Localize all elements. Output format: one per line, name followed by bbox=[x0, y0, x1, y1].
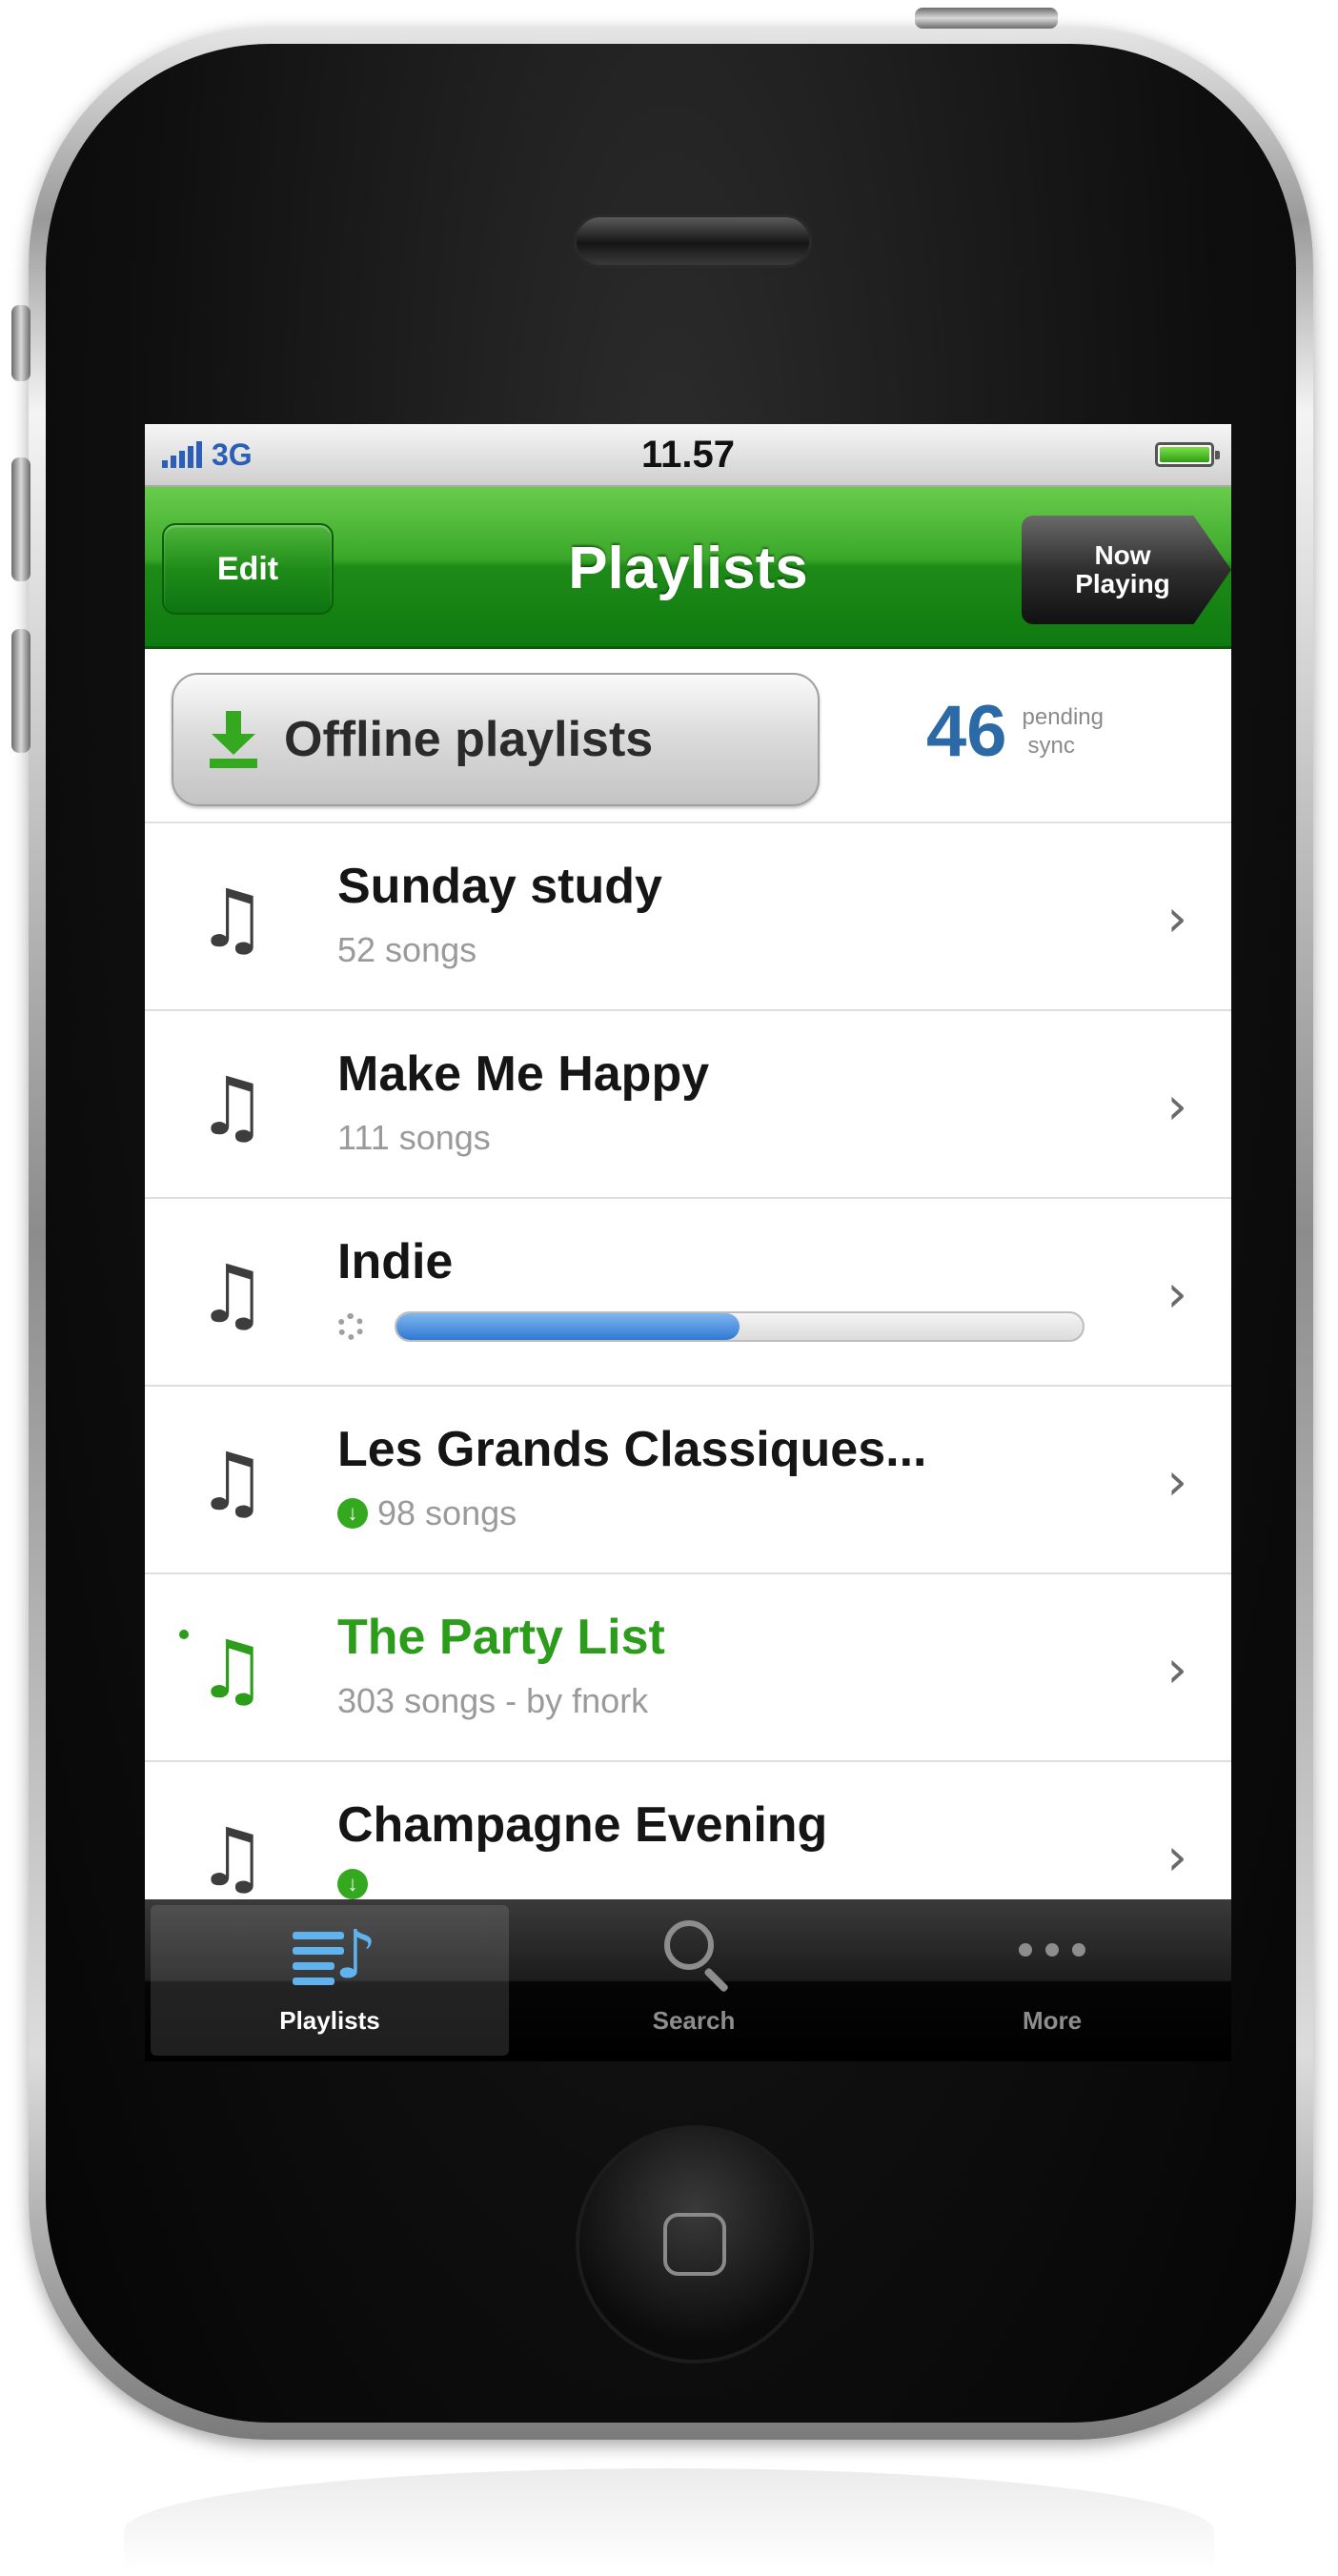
tab-label: Search bbox=[652, 2006, 736, 2035]
music-note-icon: ♫ bbox=[196, 1811, 269, 1904]
search-icon bbox=[651, 1917, 737, 1994]
playlist-name: Les Grands Classiques... bbox=[337, 1422, 927, 1477]
playlist-row[interactable]: ♫ Indie › bbox=[145, 1199, 1231, 1387]
status-time: 11.57 bbox=[641, 433, 735, 476]
playlist-song-count: 52 songs bbox=[337, 930, 477, 969]
download-icon bbox=[208, 711, 259, 768]
offline-section: Offline playlists 46 pending sync bbox=[145, 652, 1231, 823]
tab-bar: ♪ Playlists Search More bbox=[145, 1899, 1231, 2061]
playlist-row[interactable]: ♫ Les Grands Classiques... ↓ 98 songs › bbox=[145, 1387, 1231, 1574]
tab-more[interactable]: More bbox=[873, 1899, 1231, 2061]
mute-switch bbox=[11, 305, 30, 381]
home-button[interactable] bbox=[576, 2125, 814, 2363]
now-playing-button[interactable]: Now Playing bbox=[1022, 516, 1231, 624]
music-note-icon: ♫ bbox=[196, 1060, 269, 1153]
chevron-right-icon: › bbox=[1166, 888, 1187, 948]
music-note-icon: ♫ bbox=[196, 1247, 269, 1341]
playlist-name: Champagne Evening bbox=[337, 1797, 828, 1853]
volume-down-button bbox=[11, 629, 30, 753]
pending-sync-count: 46 bbox=[926, 691, 1007, 772]
home-square-icon bbox=[663, 2213, 726, 2276]
floor-reflection bbox=[124, 2468, 1214, 2573]
chevron-right-icon: › bbox=[1166, 1264, 1187, 1324]
offline-playlists-label: Offline playlists bbox=[284, 712, 654, 767]
playlist-name: Sunday study bbox=[337, 859, 662, 914]
pending-sync-label: pending sync bbox=[1022, 703, 1104, 759]
tab-playlists[interactable]: ♪ Playlists bbox=[151, 1905, 509, 2056]
playlist-row[interactable]: ♫ Make Me Happy 111 songs › bbox=[145, 1011, 1231, 1199]
pending-sync-indicator: 46 pending sync bbox=[926, 690, 1104, 773]
sleep-button bbox=[915, 8, 1058, 29]
more-dots-icon bbox=[1009, 1917, 1095, 1993]
now-playing-label-line2: Playing bbox=[1075, 569, 1170, 598]
music-note-icon: ♫ bbox=[196, 872, 269, 965]
playlist-song-count: 303 songs - by fnork bbox=[337, 1681, 649, 1720]
playlist-icon: ♪ bbox=[287, 1917, 377, 1993]
sync-progress-bar bbox=[395, 1311, 1085, 1342]
music-note-icon: ♫ bbox=[196, 1623, 269, 1716]
tab-label: More bbox=[1022, 2006, 1083, 2035]
now-playing-label-line1: Now bbox=[1094, 540, 1151, 570]
chevron-right-icon: › bbox=[1166, 1639, 1187, 1699]
playlist-song-count: 98 songs bbox=[377, 1493, 517, 1532]
phone-screen: 3G 11.57 Edit Playlists Now Playing Offl… bbox=[145, 424, 1231, 2061]
playlist-name: Make Me Happy bbox=[337, 1046, 710, 1102]
volume-up-button bbox=[11, 457, 30, 581]
sync-spinner-icon bbox=[337, 1313, 364, 1340]
playlist-song-count-row: ↓ 98 songs bbox=[337, 1493, 517, 1533]
playlist-song-count-row: ↓ bbox=[337, 1869, 377, 1899]
status-bar: 3G 11.57 bbox=[145, 424, 1231, 487]
playlist-row-selected[interactable]: ♫ The Party List 303 songs - by fnork › bbox=[145, 1574, 1231, 1762]
navigation-bar: Edit Playlists Now Playing bbox=[145, 487, 1231, 649]
offline-available-icon: ↓ bbox=[337, 1869, 368, 1899]
chevron-right-icon: › bbox=[1166, 1076, 1187, 1136]
now-playing-dot-icon bbox=[179, 1630, 189, 1639]
earpiece-speaker bbox=[574, 214, 812, 268]
offline-available-icon: ↓ bbox=[337, 1498, 368, 1529]
playlist-song-count: 111 songs bbox=[337, 1118, 491, 1157]
playlist-name: Indie bbox=[337, 1234, 454, 1289]
music-note-icon: ♫ bbox=[196, 1435, 269, 1529]
playlist-name: The Party List bbox=[337, 1610, 665, 1665]
playlist-list: ♫ Sunday study 52 songs › ♫ Make Me Happ… bbox=[145, 823, 1231, 1950]
chevron-right-icon: › bbox=[1166, 1827, 1187, 1887]
tab-label: Playlists bbox=[279, 2006, 380, 2035]
offline-playlists-button[interactable]: Offline playlists bbox=[172, 673, 820, 806]
chevron-right-icon: › bbox=[1166, 1451, 1187, 1511]
battery-icon bbox=[1155, 442, 1220, 467]
sync-progress-fill bbox=[396, 1313, 740, 1340]
playlist-row[interactable]: ♫ Sunday study 52 songs › bbox=[145, 823, 1231, 1011]
tab-search[interactable]: Search bbox=[515, 1899, 873, 2061]
